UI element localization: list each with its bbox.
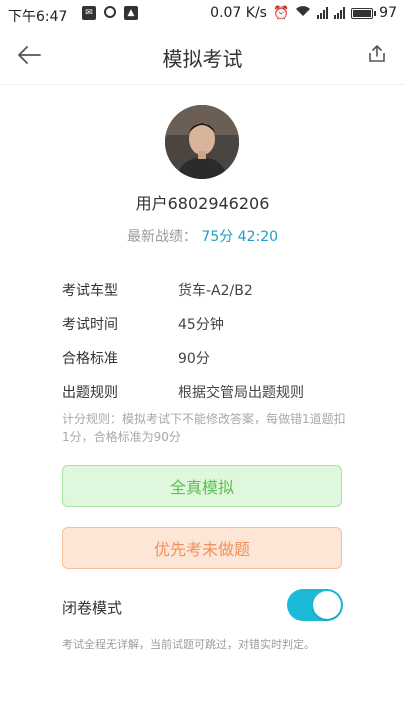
info-value: 根据交管局出题规则 [178, 385, 304, 401]
info-row-time: 考试时间 45分钟 [62, 307, 362, 341]
info-value: 45分钟 [178, 317, 224, 333]
closed-mode-note: 考试全程无详解，当前试题可跳过，对错实时判定。 [62, 638, 315, 651]
info-value: 90分 [178, 351, 210, 367]
toggle-knob [313, 591, 341, 619]
full-simulation-button[interactable]: 全真模拟 [62, 465, 342, 507]
page-title: 模拟考试 [162, 47, 243, 71]
battery-level: 97 [379, 5, 397, 21]
info-label: 考试车型 [62, 283, 118, 299]
undone-first-button[interactable]: 优先考未做题 [62, 527, 342, 569]
status-time: 下午6:47 [8, 9, 68, 25]
signal-icon [317, 7, 329, 19]
info-label: 出题规则 [62, 385, 118, 401]
net-speed: 0.07 K/s [210, 5, 267, 21]
username: 用户6802946206 [135, 194, 270, 213]
alarm-icon: ⏰ [272, 5, 290, 21]
info-label: 合格标准 [62, 351, 118, 367]
info-label: 考试时间 [62, 317, 118, 333]
record-label: 最新战绩： [126, 229, 197, 245]
closed-mode-label: 闭卷模式 [62, 599, 123, 617]
share-button[interactable] [367, 44, 387, 64]
status-left-icons: ✉ ▲ [82, 6, 138, 20]
latest-record: 最新战绩： 75分 42:20 [0, 226, 405, 246]
share-icon [369, 45, 385, 62]
status-bar: 下午6:47 ✉ ▲ 0.07 K/s ⏰ 97 [0, 0, 405, 28]
image-icon: ▲ [124, 6, 138, 20]
record-value: 75分 42:20 [201, 229, 279, 245]
avatar[interactable] [165, 105, 239, 179]
header: 模拟考试 [0, 28, 405, 85]
info-value: 货车-A2/B2 [178, 283, 253, 299]
wifi-icon [295, 5, 311, 21]
mail-icon: ✉ [82, 6, 96, 20]
info-row-pass: 合格标准 90分 [62, 341, 362, 375]
avatar-image [165, 105, 239, 179]
info-row-vehicle: 考试车型 货车-A2/B2 [62, 273, 362, 307]
exam-info: 考试车型 货车-A2/B2 考试时间 45分钟 合格标准 90分 出题规则 根据… [62, 273, 362, 409]
status-right-icons: 0.07 K/s ⏰ 97 [210, 5, 397, 21]
do-not-disturb-icon [104, 6, 116, 18]
signal-4g-icon [334, 7, 346, 19]
closed-mode-toggle[interactable] [287, 589, 343, 621]
info-row-rule: 出题规则 根据交管局出题规则 [62, 375, 362, 409]
battery-icon [351, 7, 377, 19]
scoring-rules: 计分规则：模拟考试下不能修改答案，每做错1道题扣1分，合格标准为90分 [62, 412, 346, 444]
